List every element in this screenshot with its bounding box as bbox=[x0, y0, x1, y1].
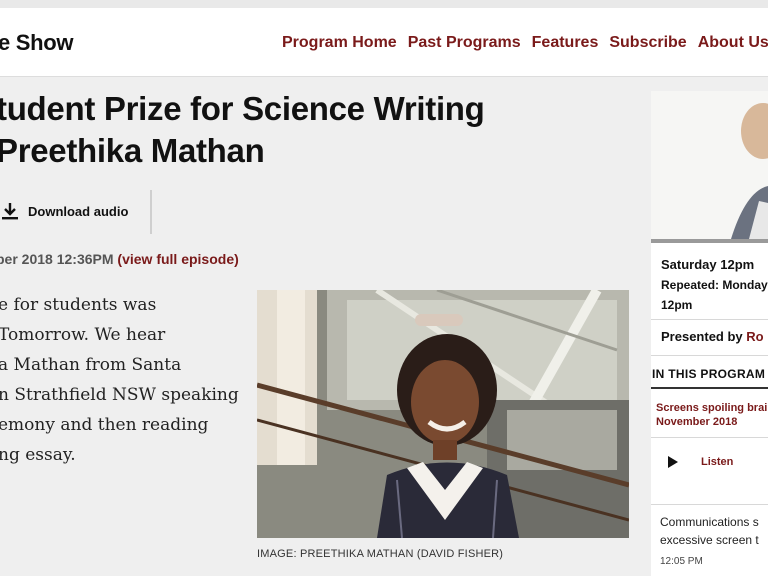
listen-button[interactable]: Listen bbox=[661, 456, 733, 468]
download-icon bbox=[2, 203, 18, 220]
presented-by: Presented by Ro bbox=[661, 329, 764, 344]
presented-by-label: Presented by bbox=[661, 329, 743, 344]
download-audio-label: Download audio bbox=[28, 203, 129, 219]
article-body: e for students was Tomorrow. We hear a M… bbox=[0, 290, 239, 470]
segment-item-communications[interactable]: Communications s excessive screen t bbox=[660, 513, 759, 549]
view-full-episode-link[interactable]: (view full episode) bbox=[117, 251, 238, 267]
nav-past-programs[interactable]: Past Programs bbox=[408, 34, 521, 52]
program-nav: Program Home Past Programs Features Subs… bbox=[282, 34, 768, 52]
play-icon bbox=[668, 456, 678, 468]
body-line: emony and then reading bbox=[0, 415, 209, 435]
listen-label: Listen bbox=[701, 456, 734, 468]
title-line-2: Preethika Mathan bbox=[0, 132, 265, 169]
divider bbox=[651, 437, 768, 438]
segment-link-screens[interactable]: Screens spoiling brai November 2018 bbox=[656, 401, 767, 429]
nav-features[interactable]: Features bbox=[532, 34, 599, 52]
repeat-schedule: Repeated: Monday bbox=[661, 278, 768, 292]
repeat-schedule-time: 12pm bbox=[661, 298, 693, 312]
body-line: e for students was bbox=[0, 295, 157, 315]
nav-program-home[interactable]: Program Home bbox=[282, 34, 397, 52]
photo-caption: IMAGE: PREETHIKA MATHAN (DAVID FISHER) bbox=[257, 548, 504, 560]
segment-time: 12:05 PM bbox=[660, 556, 703, 567]
article-title: tudent Prize for Science Writing Preethi… bbox=[0, 88, 636, 172]
toolbar-divider bbox=[150, 190, 152, 234]
program-brand[interactable]: e Show bbox=[0, 30, 74, 56]
body-line: n Strathfield NSW speaking bbox=[0, 385, 239, 405]
title-line-1: tudent Prize for Science Writing bbox=[0, 90, 485, 127]
body-line: ng essay. bbox=[0, 445, 76, 465]
body-line: Tomorrow. We hear bbox=[0, 325, 166, 345]
article-date: ber 2018 12:36PM bbox=[0, 251, 114, 267]
download-audio-button[interactable]: Download audio bbox=[0, 202, 128, 220]
program-sidebar: Saturday 12pm Repeated: Monday 12pm Pres… bbox=[651, 91, 768, 576]
divider bbox=[651, 319, 768, 320]
top-strip bbox=[0, 0, 768, 8]
presenter-illustration bbox=[651, 91, 768, 239]
body-line: a Mathan from Santa bbox=[0, 355, 182, 375]
presenter-bar bbox=[651, 239, 768, 243]
nav-subscribe[interactable]: Subscribe bbox=[609, 34, 686, 52]
divider bbox=[651, 355, 768, 356]
article-dateline: ber 2018 12:36PM (view full episode) bbox=[0, 251, 239, 267]
in-this-program-heading: IN THIS PROGRAM bbox=[651, 361, 768, 389]
article-photo bbox=[257, 290, 629, 538]
broadcast-schedule: Saturday 12pm bbox=[661, 257, 755, 272]
photo-illustration bbox=[257, 290, 629, 538]
nav-about-us[interactable]: About Us bbox=[698, 34, 768, 52]
site-header: e Show Program Home Past Programs Featur… bbox=[0, 8, 768, 77]
divider bbox=[651, 504, 768, 505]
presenter-photo bbox=[651, 91, 768, 239]
presenter-name-link[interactable]: Ro bbox=[746, 329, 763, 344]
